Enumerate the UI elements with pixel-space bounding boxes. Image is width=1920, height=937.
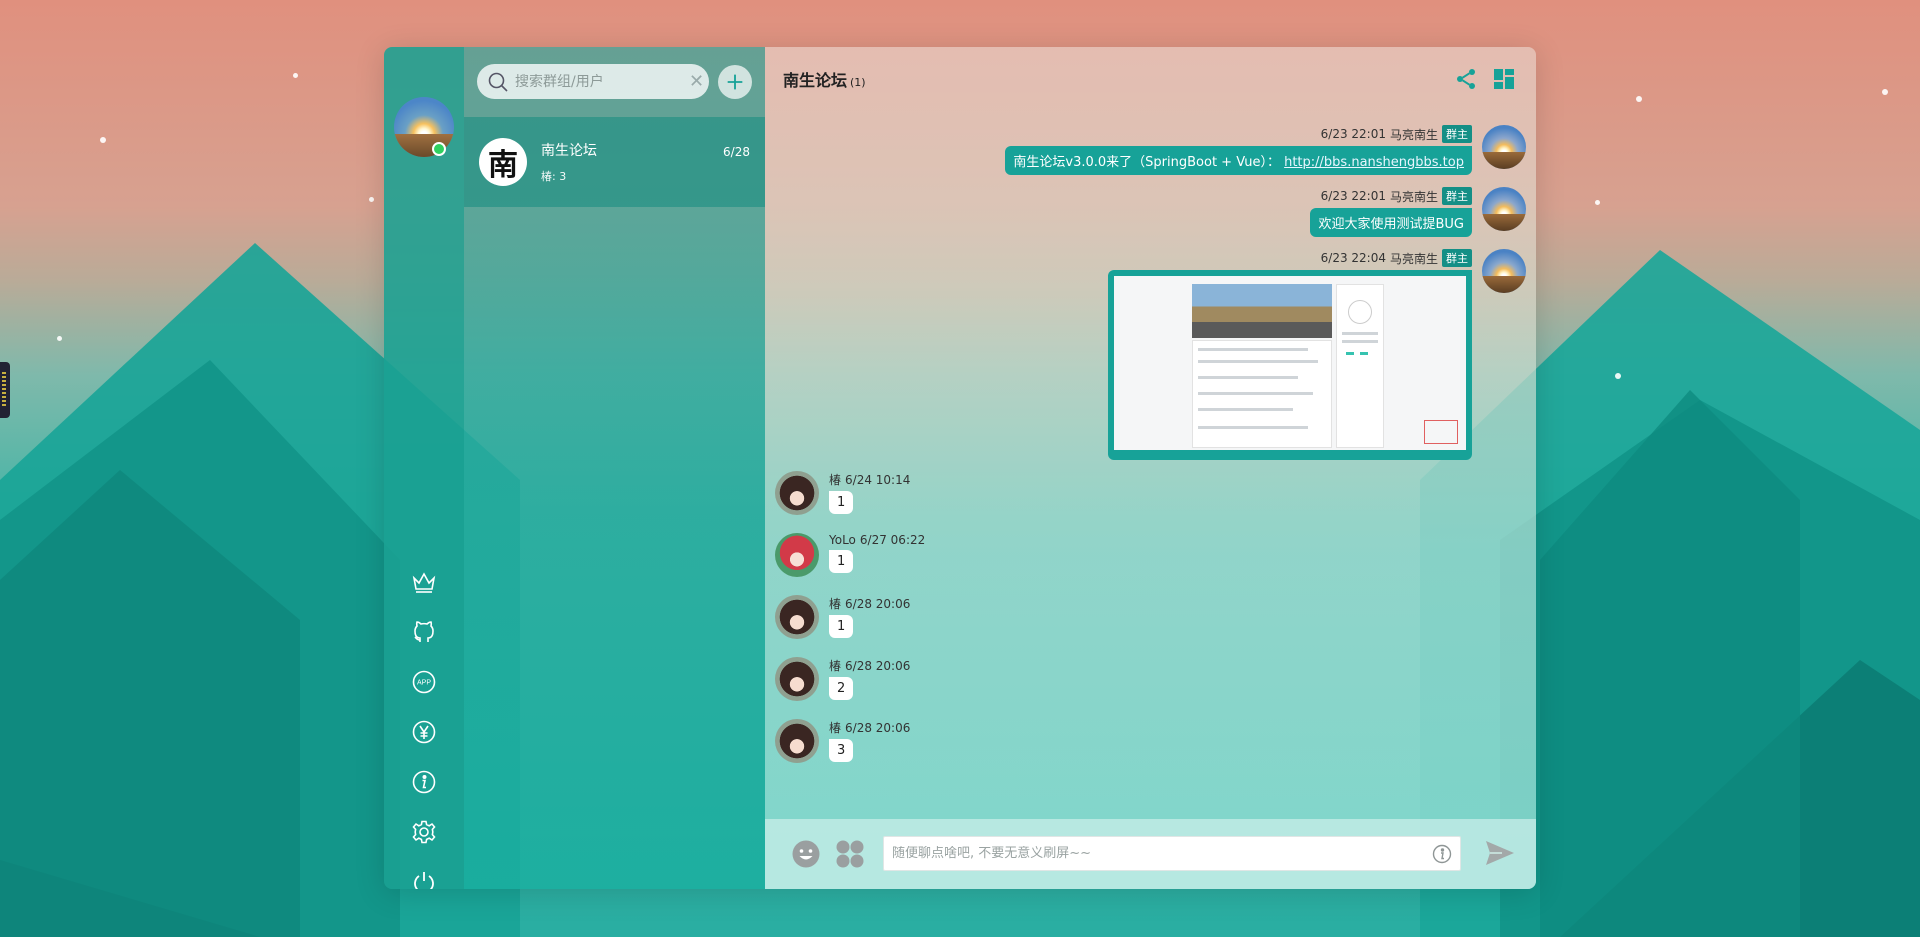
message-meta: 6/23 22:04 马亮南生 群主 <box>1321 249 1472 267</box>
yen-icon[interactable] <box>384 707 464 757</box>
search-box: ✕ <box>477 64 709 99</box>
app-icon[interactable]: APP <box>384 657 464 707</box>
message-item: 6/23 22:04 马亮南生 群主 <box>1108 249 1526 460</box>
message-time: 6/24 10:14 <box>845 472 911 487</box>
avatar[interactable] <box>1482 249 1526 293</box>
info-icon[interactable] <box>384 757 464 807</box>
send-icon[interactable] <box>1484 837 1516 869</box>
message-meta: 6/23 22:01 马亮南生 群主 <box>1321 125 1472 143</box>
composer-bar <box>765 819 1536 889</box>
message-bubble: 南生论坛v3.0.0来了（SpringBoot + Vue）： http://b… <box>1005 146 1472 175</box>
apps-icon[interactable] <box>835 839 865 869</box>
owner-badge: 群主 <box>1442 249 1472 267</box>
message-meta: 椿 6/28 20:06 <box>829 595 910 612</box>
message-user: YoLo <box>829 533 856 547</box>
owner-badge: 群主 <box>1442 125 1472 143</box>
message-time: 6/28 20:06 <box>845 596 911 611</box>
avatar[interactable] <box>1482 125 1526 169</box>
message-text: 南生论坛v3.0.0来了（SpringBoot + Vue）： <box>1013 155 1280 170</box>
message-time: 6/23 22:04 <box>1320 251 1386 265</box>
message-item: YoLo 6/27 06:22 1 <box>775 533 925 577</box>
message-input-box <box>883 836 1461 871</box>
message-bubble: 3 <box>829 739 854 762</box>
message-bubble: 1 <box>829 550 854 573</box>
chat-app-window: APP ✕ 南 南生论坛 <box>384 47 1536 889</box>
github-icon[interactable] <box>384 607 464 657</box>
app-icon-text: APP <box>417 680 431 687</box>
message-meta: 椿 6/28 20:06 <box>829 657 910 674</box>
clear-icon[interactable]: ✕ <box>689 71 704 92</box>
conversation-date: 6/28 <box>723 145 750 159</box>
settings-icon[interactable] <box>384 807 464 857</box>
power-icon[interactable] <box>384 857 464 889</box>
conversation-panel: ✕ 南 南生论坛 椿: 3 6/28 <box>464 47 765 889</box>
crown-icon[interactable] <box>384 557 464 607</box>
info-icon[interactable] <box>1432 844 1452 864</box>
member-count: (1) <box>850 76 866 89</box>
message-bubble: 2 <box>829 677 854 700</box>
message-user: 马亮南生 <box>1389 251 1438 266</box>
message-time: 6/27 06:22 <box>859 533 926 547</box>
conversation-name: 南生论坛 <box>541 143 597 159</box>
chat-title-text: 南生论坛 <box>783 71 848 90</box>
message-bubble: 1 <box>829 491 854 514</box>
conversation-item[interactable]: 南 南生论坛 椿: 3 6/28 <box>464 117 765 207</box>
screenshot-image <box>1114 276 1466 450</box>
message-user: 马亮南生 <box>1389 189 1438 204</box>
avatar[interactable] <box>775 657 819 701</box>
message-item: 6/23 22:01 马亮南生 群主 欢迎大家使用测试提BUG <box>1310 187 1526 237</box>
message-meta: 椿 6/24 10:14 <box>829 471 910 488</box>
message-meta: 椿 6/28 20:06 <box>829 719 910 736</box>
dashboard-icon[interactable] <box>1492 67 1516 91</box>
message-bubble: 1 <box>829 615 854 638</box>
message-time: 6/28 20:06 <box>845 658 911 673</box>
message-item: 6/23 22:01 马亮南生 群主 南生论坛v3.0.0来了（SpringBo… <box>1005 125 1526 175</box>
message-time: 6/23 22:01 <box>1320 127 1386 141</box>
message-user: 椿 <box>829 721 842 735</box>
message-time: 6/28 20:06 <box>845 720 911 735</box>
avatar[interactable] <box>775 719 819 763</box>
plus-icon <box>727 74 743 90</box>
message-user: 椿 <box>829 473 842 487</box>
message-text: 欢迎大家使用测试提BUG <box>1318 217 1464 232</box>
owner-badge: 群主 <box>1442 187 1472 205</box>
message-item: 椿 6/28 20:06 3 <box>775 719 910 763</box>
image-message[interactable] <box>1108 270 1472 460</box>
conversation-last-message: 椿: 3 <box>541 170 567 183</box>
message-input[interactable] <box>892 846 1432 861</box>
message-bubble: 欢迎大家使用测试提BUG <box>1310 208 1472 237</box>
message-item: 椿 6/28 20:06 2 <box>775 657 910 701</box>
message-user: 马亮南生 <box>1389 127 1438 142</box>
message-item: 椿 6/24 10:14 1 <box>775 471 910 515</box>
avatar[interactable] <box>775 533 819 577</box>
add-button[interactable] <box>718 65 752 99</box>
emoji-icon[interactable] <box>791 839 821 869</box>
message-time: 6/23 22:01 <box>1320 189 1386 203</box>
avatar[interactable] <box>775 471 819 515</box>
message-item: 椿 6/28 20:06 1 <box>775 595 910 639</box>
edge-widget[interactable] <box>0 362 10 418</box>
share-icon[interactable] <box>1454 67 1478 91</box>
online-status-indicator <box>432 142 446 156</box>
chat-panel: 南生论坛 (1) 6/23 22:01 马亮南生 群主 南生论坛v3.0.0来了（… <box>765 47 1536 889</box>
message-link[interactable]: http://bbs.nanshengbbs.top <box>1284 155 1464 170</box>
message-user: 椿 <box>829 659 842 673</box>
avatar[interactable] <box>1482 187 1526 231</box>
avatar[interactable] <box>775 595 819 639</box>
sidebar-nav: APP <box>384 47 464 889</box>
message-meta: 6/23 22:01 马亮南生 群主 <box>1321 187 1472 205</box>
search-input[interactable] <box>515 73 689 90</box>
chat-title: 南生论坛 (1) <box>783 67 866 91</box>
group-logo: 南 <box>479 138 527 186</box>
search-icon <box>488 72 508 92</box>
message-user: 椿 <box>829 597 842 611</box>
message-meta: YoLo 6/27 06:22 <box>829 533 925 547</box>
